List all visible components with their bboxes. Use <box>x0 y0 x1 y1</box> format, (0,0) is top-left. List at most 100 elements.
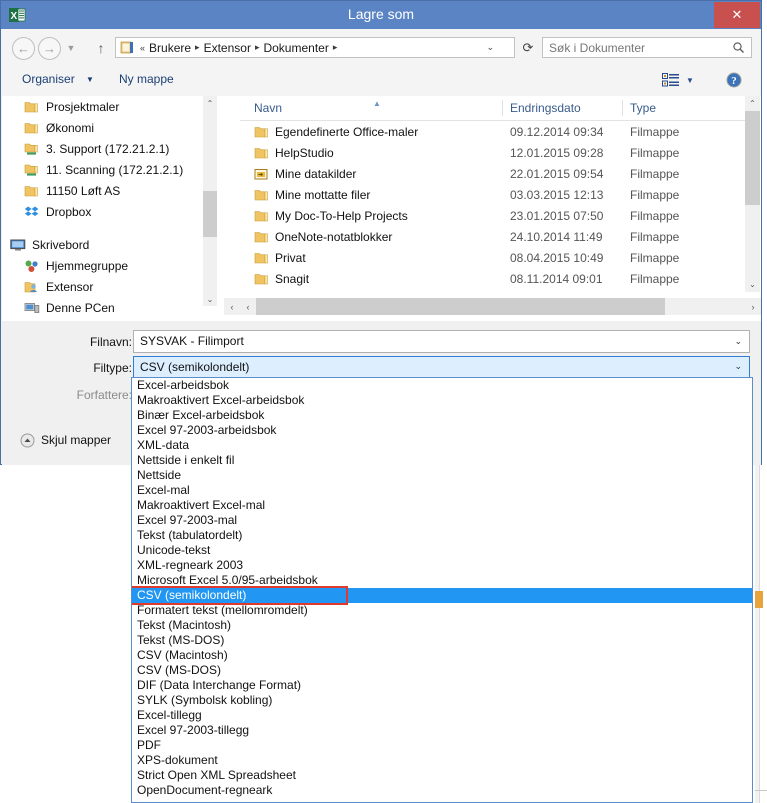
column-header-name[interactable]: Navn <box>254 101 282 115</box>
dropdown-option[interactable]: Excel 97-2003-tillegg <box>132 723 752 738</box>
table-row[interactable]: Privat 08.04.2015 10:49 Filmappe <box>240 248 745 269</box>
filetype-dropdown-list[interactable]: Excel-arbeidsbok Makroaktivert Excel-arbe… <box>131 377 753 803</box>
dropdown-option[interactable]: Tekst (Macintosh) <box>132 618 752 633</box>
dropdown-option[interactable]: XML-regneark 2003 <box>132 558 752 573</box>
dropdown-option[interactable]: Excel 97-2003-mal <box>132 513 752 528</box>
view-list-icon[interactable] <box>662 73 679 87</box>
scroll-down-icon[interactable]: ⌄ <box>203 292 217 306</box>
dropdown-option[interactable]: CSV (semikolondelt) <box>132 588 752 603</box>
dropdown-option[interactable]: Excel-tillegg <box>132 708 752 723</box>
special-folder-icon <box>254 167 269 181</box>
chevron-down-icon[interactable]: ▼ <box>64 42 78 54</box>
chevron-down-icon[interactable]: ▼ <box>86 75 94 84</box>
column-header-type[interactable]: Type <box>630 101 656 115</box>
breadcrumb-item-1[interactable]: Extensor <box>203 41 252 55</box>
file-list-horizontal-scrollbar[interactable]: ‹ › <box>240 298 761 315</box>
scroll-down-icon[interactable]: ⌄ <box>745 277 760 292</box>
scroll-right-icon[interactable]: › <box>745 298 761 315</box>
title-bar[interactable]: X Lagre som ✕ <box>1 1 761 29</box>
tree-item-3-support-172-21-2-1[interactable]: 3. Support (172.21.2.1) <box>2 138 222 159</box>
dropdown-option[interactable]: Microsoft Excel 5.0/95-arbeidsbok <box>132 573 752 588</box>
up-arrow-icon[interactable]: ↑ <box>92 39 110 57</box>
tree-item-prosjektmaler[interactable]: Prosjektmaler <box>2 96 222 117</box>
dropdown-option[interactable]: Makroaktivert Excel-arbeidsbok <box>132 393 752 408</box>
tree-item-denne-pcen[interactable]: Denne PCen <box>2 297 222 318</box>
file-list-pane: Navn ▲ Endringsdato Type Egendefinerte O… <box>240 96 761 321</box>
table-row[interactable]: HelpStudio 12.01.2015 09:28 Filmappe <box>240 143 745 164</box>
tree-item-label: 3. Support (172.21.2.1) <box>46 141 170 156</box>
pane-splitter[interactable] <box>222 96 226 306</box>
scroll-left-icon[interactable]: ‹ <box>240 298 256 315</box>
dropdown-option[interactable]: Excel-arbeidsbok <box>132 378 752 393</box>
search-input[interactable]: Søk i Dokumenter <box>542 37 752 58</box>
command-bar: Organiser ▼ Ny mappe ▼ ? <box>2 65 761 97</box>
dropdown-option[interactable]: Tekst (MS-DOS) <box>132 633 752 648</box>
table-row[interactable]: Mine mottatte filer 03.03.2015 12:13 Filma… <box>240 185 745 206</box>
filetype-combobox[interactable]: CSV (semikolondelt) ⌄ <box>133 356 750 378</box>
dropdown-option[interactable]: Binær Excel-arbeidsbok <box>132 408 752 423</box>
table-row[interactable]: My Doc-To-Help Projects 23.01.2015 07:50 F… <box>240 206 745 227</box>
dropdown-option[interactable]: OpenDocument-regneark <box>132 783 752 798</box>
nav-pane-scrollbar[interactable]: ⌃ ⌄ <box>203 96 217 306</box>
scroll-up-icon[interactable]: ⌃ <box>745 96 760 111</box>
tree-item-label: Extensor <box>46 279 94 294</box>
tree-item-dropbox[interactable]: Dropbox <box>2 201 222 222</box>
dropdown-option[interactable]: Strict Open XML Spreadsheet <box>132 768 752 783</box>
scroll-up-icon[interactable]: ⌃ <box>203 96 217 110</box>
dropdown-option[interactable]: Makroaktivert Excel-mal <box>132 498 752 513</box>
chevron-down-icon[interactable]: ⌄ <box>734 336 742 347</box>
dropdown-option[interactable]: Tekst (tabulatordelt) <box>132 528 752 543</box>
scrollbar-thumb[interactable] <box>203 191 217 237</box>
window-title: Lagre som <box>347 6 415 22</box>
close-button[interactable]: ✕ <box>714 2 760 28</box>
breadcrumb[interactable]: « Brukere ▸ Extensor ▸ Dokumenter ▸ ⌄ <box>115 37 515 58</box>
dropdown-option[interactable]: Nettside i enkelt fil <box>132 453 752 468</box>
nav-pane-collapse-icon[interactable]: ‹ <box>224 298 240 315</box>
tree-item-11150-l-ft-as[interactable]: 11150 Løft AS <box>2 180 222 201</box>
tree-item-konomi[interactable]: Økonomi <box>2 117 222 138</box>
table-row[interactable]: OneNote-notatblokker 24.10.2014 11:49 Film… <box>240 227 745 248</box>
scrollbar-thumb[interactable] <box>256 298 665 315</box>
tree-item-skrivebord[interactable]: Skrivebord <box>2 234 222 255</box>
refresh-icon[interactable]: ⟳ <box>518 38 538 57</box>
dropdown-option[interactable]: SYLK (Symbolsk kobling) <box>132 693 752 708</box>
organise-button[interactable]: Organiser <box>22 72 75 86</box>
scrollbar-thumb[interactable] <box>745 111 760 205</box>
svg-text:?: ? <box>731 75 737 87</box>
tree-item-hjemmegruppe[interactable]: Hjemmegruppe <box>2 255 222 276</box>
dropdown-option[interactable]: CSV (MS-DOS) <box>132 663 752 678</box>
dropdown-option[interactable]: Unicode-tekst <box>132 543 752 558</box>
dropdown-option[interactable]: Formatert tekst (mellomromdelt) <box>132 603 752 618</box>
table-row[interactable]: Snagit 08.11.2014 09:01 Filmappe <box>240 269 745 290</box>
dropdown-option[interactable]: XML-data <box>132 438 752 453</box>
column-divider[interactable] <box>622 100 623 116</box>
breadcrumb-item-2[interactable]: Dokumenter <box>262 41 329 55</box>
view-dropdown-icon[interactable]: ▼ <box>686 76 694 85</box>
dropdown-option[interactable]: DIF (Data Interchange Format) <box>132 678 752 693</box>
dropdown-option[interactable]: Nettside <box>132 468 752 483</box>
dropdown-option[interactable]: CSV (Macintosh) <box>132 648 752 663</box>
dropdown-option[interactable]: Excel 97-2003-arbeidsbok <box>132 423 752 438</box>
tree-item-extensor[interactable]: Extensor <box>2 276 222 297</box>
table-row[interactable]: Egendefinerte Office-maler 09.12.2014 09:… <box>240 122 745 143</box>
new-folder-button[interactable]: Ny mappe <box>119 72 174 86</box>
dropdown-option[interactable]: Excel-mal <box>132 483 752 498</box>
column-header-date[interactable]: Endringsdato <box>510 101 581 115</box>
breadcrumb-dropdown-icon[interactable]: ⌄ <box>486 42 494 53</box>
back-arrow-icon[interactable]: ← <box>12 37 35 60</box>
sort-ascending-icon: ▲ <box>373 99 381 108</box>
forward-arrow-icon[interactable]: → <box>38 37 61 60</box>
filename-input[interactable]: SYSVAK - Filimport ⌄ <box>133 330 750 353</box>
hide-folders-button[interactable]: Skjul mapper <box>20 431 111 449</box>
tree-item-11-scanning-172-21-2-1[interactable]: 11. Scanning (172.21.2.1) <box>2 159 222 180</box>
breadcrumb-item-0[interactable]: Brukere <box>148 41 192 55</box>
dropdown-option[interactable]: XPS-dokument <box>132 753 752 768</box>
chevron-down-icon[interactable]: ⌄ <box>734 361 742 372</box>
tree-item-label: Økonomi <box>46 120 95 135</box>
help-icon[interactable]: ? <box>726 72 742 88</box>
column-divider[interactable] <box>502 100 503 116</box>
file-list-scrollbar[interactable]: ⌃ ⌄ <box>745 96 760 292</box>
table-row[interactable]: Mine datakilder 22.01.2015 09:54 Filmappe <box>240 164 745 185</box>
background-orange-marker <box>755 591 763 608</box>
dropdown-option[interactable]: PDF <box>132 738 752 753</box>
